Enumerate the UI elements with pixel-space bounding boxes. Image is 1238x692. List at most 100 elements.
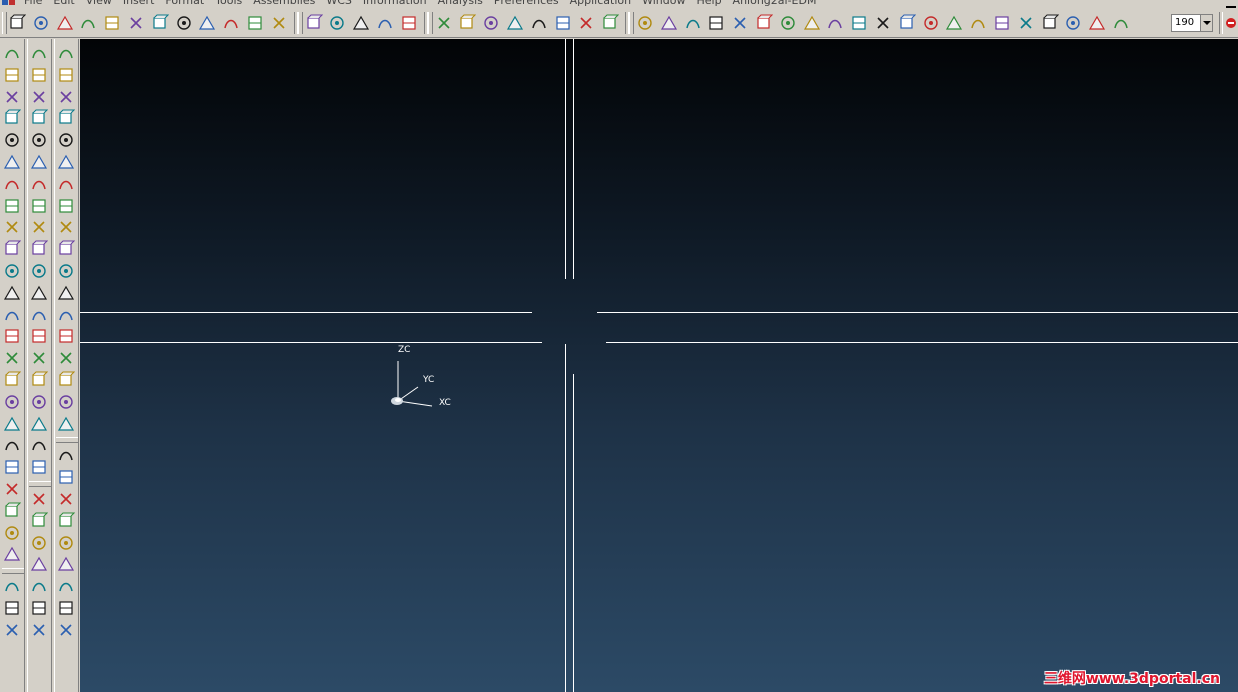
extend-icon[interactable] — [505, 13, 525, 33]
lip-icon[interactable] — [29, 598, 49, 618]
cut-icon[interactable] — [102, 13, 122, 33]
curve-icon[interactable] — [56, 43, 76, 63]
rectangle-icon[interactable] — [754, 13, 774, 33]
global-shaping-icon[interactable] — [56, 174, 76, 194]
point-set-icon[interactable] — [706, 13, 726, 33]
chamfer-icon[interactable] — [576, 13, 596, 33]
sweep-icon[interactable] — [2, 326, 22, 346]
region-icon[interactable] — [29, 554, 49, 574]
edm-icon[interactable] — [1040, 13, 1060, 33]
circle-icon[interactable] — [778, 13, 798, 33]
line-icon[interactable] — [683, 13, 703, 33]
fillet-corner-icon[interactable] — [553, 13, 573, 33]
toolbar-grip[interactable] — [427, 12, 433, 34]
move-feature-icon[interactable] — [56, 445, 76, 465]
reorder-icon[interactable] — [56, 467, 76, 487]
trim-icon[interactable] — [481, 13, 501, 33]
emboss-icon[interactable] — [29, 576, 49, 596]
hole-icon[interactable] — [2, 130, 22, 150]
styled-sweep-icon[interactable] — [56, 87, 76, 107]
triangle-icon[interactable] — [1111, 13, 1131, 33]
soft-blend-icon[interactable] — [29, 87, 49, 107]
split-icon[interactable] — [529, 13, 549, 33]
part-navigator-icon[interactable] — [269, 13, 289, 33]
parameters-icon[interactable] — [56, 598, 76, 618]
information-icon[interactable] — [221, 13, 241, 33]
block-icon[interactable] — [2, 43, 22, 63]
unite-icon[interactable] — [2, 576, 22, 596]
cylinder-icon[interactable] — [2, 65, 22, 85]
curve-edit-icon[interactable] — [457, 13, 477, 33]
taper-icon[interactable] — [2, 435, 22, 455]
face-blend-icon[interactable] — [29, 65, 49, 85]
save-icon[interactable] — [55, 13, 75, 33]
cone-icon[interactable] — [825, 13, 845, 33]
print-icon[interactable] — [78, 13, 98, 33]
menu-wcs[interactable]: WCS — [326, 0, 359, 7]
intersect-icon[interactable] — [2, 620, 22, 640]
extrude-icon[interactable] — [2, 283, 22, 303]
open-folder-icon[interactable] — [31, 13, 51, 33]
zoom-icon[interactable] — [351, 13, 371, 33]
edit-feature-icon[interactable] — [56, 414, 76, 434]
menu-preferences[interactable]: Preferences — [494, 0, 566, 7]
delete-feature-icon[interactable] — [56, 533, 76, 553]
swoop-icon[interactable] — [56, 152, 76, 172]
body-icon[interactable] — [1016, 13, 1036, 33]
menu-application[interactable]: Application — [570, 0, 638, 7]
copy-icon[interactable] — [126, 13, 146, 33]
menu-view[interactable]: View — [86, 0, 119, 7]
unsuppress-icon[interactable] — [56, 511, 76, 531]
expressions-icon[interactable] — [56, 620, 76, 640]
graphics-viewport[interactable]: ZC YC XC 三维网www.3dportal.cn — [80, 39, 1238, 692]
offset-icon[interactable] — [897, 13, 917, 33]
menu-file[interactable]: File — [24, 0, 49, 7]
instance-icon[interactable] — [29, 392, 49, 412]
menu-help[interactable]: Help — [696, 0, 728, 7]
menu-window[interactable]: Window — [642, 0, 692, 7]
transform-icon[interactable] — [921, 13, 941, 33]
menu-tools[interactable]: Tools — [215, 0, 249, 7]
thicken-icon[interactable] — [29, 239, 49, 259]
flange-icon[interactable] — [56, 217, 76, 237]
mirror-feature-icon[interactable] — [29, 435, 49, 455]
chevron-down-icon[interactable] — [1200, 15, 1212, 31]
studio-icon[interactable] — [56, 65, 76, 85]
toolbar-grip[interactable] — [297, 12, 303, 34]
sphere-icon[interactable] — [849, 13, 869, 33]
point-icon[interactable] — [635, 13, 655, 33]
trimmed-sheet-icon[interactable] — [56, 283, 76, 303]
menu-edit[interactable]: Edit — [53, 0, 81, 7]
quilt-icon[interactable] — [56, 261, 76, 281]
menu-insert[interactable]: Insert — [123, 0, 162, 7]
n-sided-icon[interactable] — [56, 130, 76, 150]
rotate-icon[interactable] — [375, 13, 395, 33]
menu-anlong2ai-edm[interactable]: Anlong2ai-EDM — [733, 0, 824, 7]
rotate-3d-icon[interactable] — [1063, 13, 1083, 33]
blend-icon[interactable] — [2, 370, 22, 390]
mesh-icon[interactable] — [29, 217, 49, 237]
pocket-icon[interactable] — [2, 174, 22, 194]
ellipse-icon[interactable] — [802, 13, 822, 33]
zoom-scale-select[interactable]: 190 — [1171, 14, 1213, 32]
replay-icon[interactable] — [56, 554, 76, 574]
rib-icon[interactable] — [29, 620, 49, 640]
section-icon[interactable] — [29, 196, 49, 216]
sew-icon[interactable] — [29, 261, 49, 281]
simplify-icon[interactable] — [29, 370, 49, 390]
nx-app-icon[interactable] — [1, 0, 17, 7]
subtract-icon[interactable] — [2, 598, 22, 618]
paste-icon[interactable] — [150, 13, 170, 33]
spline-icon[interactable] — [600, 13, 620, 33]
user-defined-icon[interactable] — [2, 261, 22, 281]
law-extension-icon[interactable] — [56, 196, 76, 216]
slot-icon[interactable] — [2, 217, 22, 237]
promote-icon[interactable] — [29, 348, 49, 368]
delete-icon[interactable] — [174, 13, 194, 33]
sphere-icon[interactable] — [2, 108, 22, 128]
toolbar-grip[interactable] — [56, 437, 78, 444]
offset-face-icon[interactable] — [2, 523, 22, 543]
new-file-icon[interactable] — [7, 13, 27, 33]
fit-view-icon[interactable] — [304, 13, 324, 33]
enlarge-icon[interactable] — [56, 326, 76, 346]
